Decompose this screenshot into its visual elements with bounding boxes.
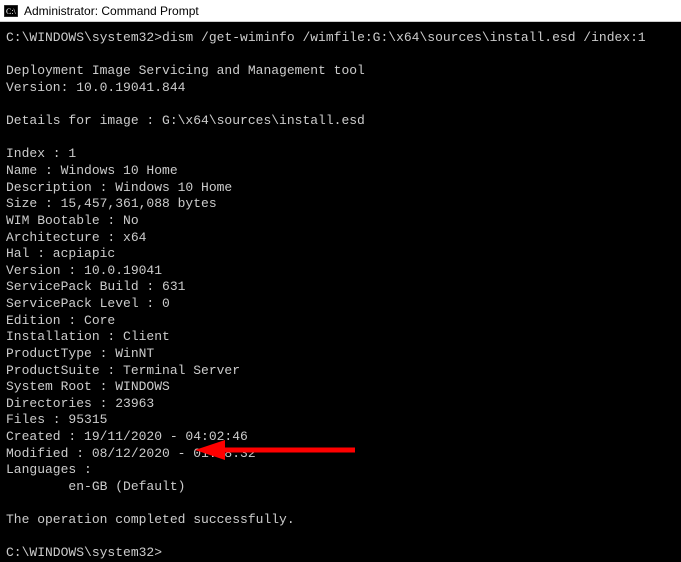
blank-line [6,529,675,546]
field-directories: Directories : 23963 [6,396,675,413]
field-languages: Languages : [6,462,675,479]
completion-message: The operation completed successfully. [6,512,675,529]
field-hal: Hal : acpiapic [6,246,675,263]
terminal-body[interactable]: C:\WINDOWS\system32>dism /get-wiminfo /w… [0,22,681,553]
prompt-path: C:\WINDOWS\system32> [6,30,162,45]
field-edition: Edition : Core [6,313,675,330]
field-name: Name : Windows 10 Home [6,163,675,180]
field-description: Description : Windows 10 Home [6,180,675,197]
field-size: Size : 15,457,361,088 bytes [6,196,675,213]
field-systemroot: System Root : WINDOWS [6,379,675,396]
svg-text:C:\: C:\ [6,7,17,16]
terminal-icon: C:\ [4,4,18,18]
field-wimbootable: WIM Bootable : No [6,213,675,230]
field-index: Index : 1 [6,146,675,163]
prompt-line: C:\WINDOWS\system32>dism /get-wiminfo /w… [6,30,675,47]
field-architecture: Architecture : x64 [6,230,675,247]
field-installation: Installation : Client [6,329,675,346]
window-title: Administrator: Command Prompt [24,4,199,18]
field-files: Files : 95315 [6,412,675,429]
field-servicepack-build: ServicePack Build : 631 [6,279,675,296]
blank-line [6,496,675,513]
field-servicepack-level: ServicePack Level : 0 [6,296,675,313]
details-header: Details for image : G:\x64\sources\insta… [6,113,675,130]
field-version: Version : 10.0.19041 [6,263,675,280]
title-bar: C:\ Administrator: Command Prompt [0,0,681,22]
tool-version: Version: 10.0.19041.844 [6,80,675,97]
prompt-line-2: C:\WINDOWS\system32> [6,545,675,562]
field-producttype: ProductType : WinNT [6,346,675,363]
command-text: dism /get-wiminfo /wimfile:G:\x64\source… [162,30,646,45]
field-language-value: en-GB (Default) [6,479,675,496]
tool-header: Deployment Image Servicing and Managemen… [6,63,675,80]
blank-line [6,97,675,114]
blank-line [6,47,675,64]
annotation-arrow-icon [195,440,355,460]
blank-line [6,130,675,147]
field-productsuite: ProductSuite : Terminal Server [6,363,675,380]
